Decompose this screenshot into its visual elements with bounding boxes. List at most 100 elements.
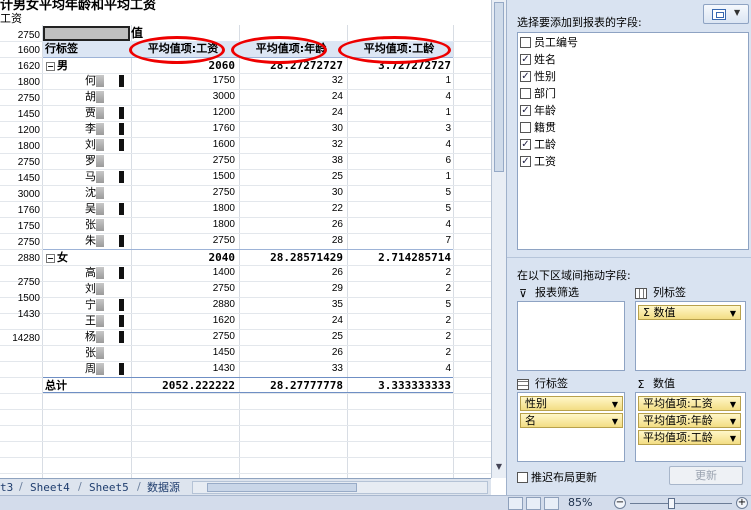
tab-sheet5[interactable]: Sheet5 <box>89 480 129 495</box>
zoom-level[interactable]: 85% <box>568 496 592 510</box>
avg-salary-cell: 2750 <box>212 235 235 246</box>
field-checkbox[interactable] <box>520 87 531 99</box>
collapse-icon[interactable]: − <box>46 61 55 71</box>
column-labels-text: 列标签 <box>653 286 686 299</box>
field-checkbox[interactable]: ✓ <box>520 138 531 150</box>
row-labels-area[interactable]: 性别 ▼ 名 ▼ <box>517 392 625 462</box>
field-item[interactable]: 部门 <box>520 85 556 102</box>
field-checkbox[interactable]: ✓ <box>520 53 531 65</box>
chip-label: 平均值项:工龄 <box>643 431 713 444</box>
chevron-down-icon[interactable]: ▼ <box>730 415 736 428</box>
collapse-icon[interactable]: − <box>46 253 55 263</box>
avg-salary-cell: 1750 <box>212 75 235 86</box>
left-column-cell: 2750 <box>17 157 40 168</box>
employee-name-text: 罗 <box>85 154 96 167</box>
field-item[interactable]: ✓ 性别 <box>520 68 556 85</box>
avg-seniority-cell: 5 <box>445 187 451 198</box>
vertical-scrollbar[interactable]: ▼ <box>491 0 506 478</box>
avg-age-cell: 30 <box>331 187 343 198</box>
chevron-down-icon[interactable]: ▼ <box>612 398 618 411</box>
avg-seniority-cell: 7 <box>445 235 451 246</box>
field-checkbox[interactable]: ✓ <box>520 155 531 167</box>
left-column-cell: 1800 <box>17 77 40 88</box>
field-checkbox[interactable]: ✓ <box>520 104 531 116</box>
field-checkbox[interactable]: ✓ <box>520 70 531 82</box>
left-column-cell: 1800 <box>17 141 40 152</box>
row-chip-name[interactable]: 名 ▼ <box>520 413 623 428</box>
field-list-layout-button[interactable]: ▼ <box>703 4 749 24</box>
redaction-blur <box>96 171 104 183</box>
employee-name: 吴 <box>43 201 131 217</box>
redaction-blur <box>96 219 104 231</box>
group-avg-age: 28.28571429 <box>270 251 343 264</box>
field-item[interactable]: 籍贯 <box>520 119 556 136</box>
zoom-in-icon[interactable]: + <box>736 497 748 509</box>
value-chip-age[interactable]: 平均值项:年龄 ▼ <box>638 413 741 428</box>
selected-cell[interactable] <box>43 26 130 41</box>
zoom-slider-track[interactable] <box>630 503 732 504</box>
avg-salary-cell: 1430 <box>212 363 235 374</box>
normal-view-icon[interactable] <box>508 497 523 510</box>
defer-checkbox[interactable] <box>517 471 528 483</box>
row-chip-gender[interactable]: 性别 ▼ <box>520 396 623 411</box>
pivot-row: 马 1500 25 1 <box>43 169 453 185</box>
pane-divider[interactable] <box>507 257 751 262</box>
worksheet[interactable]: 计男女平均年龄和平均工资 工资 2750 1600 1620 1800 2750 1450… <box>0 0 491 478</box>
redaction-blur <box>119 139 124 151</box>
left-column-cell: 1620 <box>17 61 40 72</box>
zoom-slider-knob[interactable] <box>668 498 675 509</box>
value-chip-salary[interactable]: 平均值项:工资 ▼ <box>638 396 741 411</box>
tab-data-source[interactable]: 数据源 <box>147 480 180 495</box>
field-item[interactable]: 员工编号 <box>520 34 578 51</box>
field-checkbox[interactable] <box>520 121 531 133</box>
value-chip-seniority[interactable]: 平均值项:工龄 ▼ <box>638 430 741 445</box>
column-labels-area[interactable]: Σ 数值 ▼ <box>635 301 746 371</box>
group-avg-seniority: 2.714285714 <box>378 251 451 264</box>
group-label-text: 女 <box>57 251 68 264</box>
values-area[interactable]: 平均值项:工资 ▼ 平均值项:年龄 ▼ 平均值项:工龄 ▼ <box>635 392 746 462</box>
avg-age-cell: 26 <box>331 347 343 358</box>
zoom-out-icon[interactable]: − <box>614 497 626 509</box>
left-column-cell: 2750 <box>17 93 40 104</box>
chevron-down-icon[interactable]: ▼ <box>730 398 736 411</box>
employee-name: 周 <box>43 361 131 377</box>
field-label: 工资 <box>534 155 556 168</box>
update-button[interactable]: 更新 <box>669 466 743 485</box>
status-bar: 85% − + <box>0 495 751 510</box>
tab-sheet4[interactable]: Sheet4 <box>30 480 70 495</box>
row-labels-header[interactable]: 行标签 <box>43 41 131 57</box>
horizontal-scrollbar[interactable] <box>192 481 488 494</box>
chip-label: 平均值项:年龄 <box>643 414 713 427</box>
field-item[interactable]: ✓ 工龄 <box>520 136 556 153</box>
scrollbar-thumb[interactable] <box>494 2 504 172</box>
scroll-down-icon[interactable]: ▼ <box>494 462 504 474</box>
report-filter-area[interactable] <box>517 301 625 371</box>
redaction-blur <box>96 91 104 103</box>
column-chip-values[interactable]: Σ 数值 ▼ <box>638 305 741 320</box>
employee-name-text: 刘 <box>85 138 96 151</box>
field-item[interactable]: ✓ 姓名 <box>520 51 556 68</box>
chevron-down-icon[interactable]: ▼ <box>730 307 736 320</box>
left-column-cell: 1750 <box>17 221 40 232</box>
avg-age-cell: 24 <box>331 107 343 118</box>
group-label[interactable]: − 女 <box>43 250 131 266</box>
sheet-title: 计男女平均年龄和平均工资 <box>0 0 157 13</box>
employee-name: 宁 <box>43 297 131 313</box>
grand-total-seniority: 3.333333333 <box>378 379 451 392</box>
employee-name: 马 <box>43 169 131 185</box>
avg-seniority-cell: 5 <box>445 203 451 214</box>
left-column-cell: 14280 <box>12 333 40 344</box>
field-item[interactable]: ✓ 工资 <box>520 153 556 170</box>
field-item[interactable]: ✓ 年龄 <box>520 102 556 119</box>
tab-sheet3[interactable]: t3 <box>0 480 13 495</box>
chevron-down-icon[interactable]: ▼ <box>612 415 618 428</box>
field-checkbox[interactable] <box>520 36 531 48</box>
page-break-view-icon[interactable] <box>544 497 559 510</box>
scrollbar-thumb[interactable] <box>207 483 357 492</box>
layout-icon <box>712 9 726 20</box>
chevron-down-icon[interactable]: ▼ <box>730 432 736 445</box>
page-layout-view-icon[interactable] <box>526 497 541 510</box>
defer-layout-update[interactable]: 推迟布局更新 <box>517 469 597 485</box>
group-label[interactable]: − 男 <box>43 58 131 74</box>
grand-total-age: 28.27777778 <box>270 379 343 392</box>
